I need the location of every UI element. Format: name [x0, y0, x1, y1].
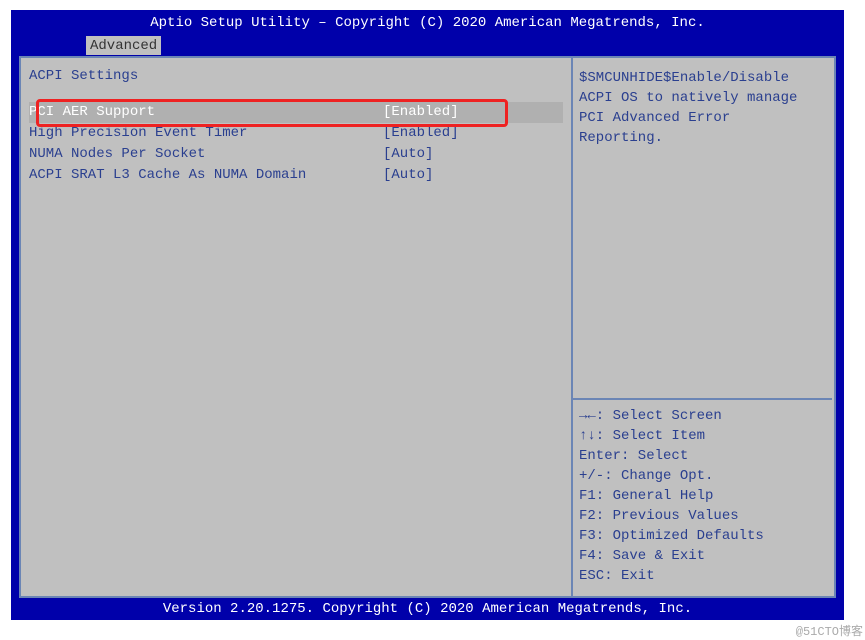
option-numa-nodes-per-socket[interactable]: NUMA Nodes Per Socket [Auto]: [29, 144, 563, 165]
help-key-line: F2: Previous Values: [579, 506, 826, 526]
help-line: Reporting.: [579, 128, 826, 148]
settings-panel: ACPI Settings PCI AER Support [Enabled] …: [21, 58, 573, 596]
watermark: @51CTO博客: [796, 622, 863, 639]
tab-bar: Advanced: [11, 36, 844, 56]
help-key-line: ↑↓: Select Item: [579, 426, 826, 446]
option-label: ACPI SRAT L3 Cache As NUMA Domain: [29, 165, 383, 186]
option-value: [Enabled]: [383, 123, 553, 144]
option-acpi-srat-l3-cache[interactable]: ACPI SRAT L3 Cache As NUMA Domain [Auto]: [29, 165, 563, 186]
help-key-line: +/-: Change Opt.: [579, 466, 826, 486]
help-panel: $SMCUNHIDE$Enable/Disable ACPI OS to nat…: [573, 58, 832, 596]
header-bar: Aptio Setup Utility – Copyright (C) 2020…: [11, 10, 844, 36]
help-divider: [573, 398, 832, 400]
option-label: NUMA Nodes Per Socket: [29, 144, 383, 165]
help-line: $SMCUNHIDE$Enable/Disable: [579, 68, 826, 88]
header-title: Aptio Setup Utility – Copyright (C) 2020…: [150, 15, 705, 31]
help-description: $SMCUNHIDE$Enable/Disable ACPI OS to nat…: [579, 68, 826, 148]
option-value: [Auto]: [383, 144, 553, 165]
footer-bar: Version 2.20.1275. Copyright (C) 2020 Am…: [11, 598, 844, 620]
help-key-line: F4: Save & Exit: [579, 546, 826, 566]
help-key-line: Enter: Select: [579, 446, 826, 466]
help-key-line: ESC: Exit: [579, 566, 826, 586]
tab-label: Advanced: [90, 38, 157, 54]
help-line: ACPI OS to natively manage: [579, 88, 826, 108]
help-key-line: F3: Optimized Defaults: [579, 526, 826, 546]
main-frame: ACPI Settings PCI AER Support [Enabled] …: [19, 56, 836, 598]
footer-text: Version 2.20.1275. Copyright (C) 2020 Am…: [163, 601, 692, 617]
bios-window: Aptio Setup Utility – Copyright (C) 2020…: [11, 10, 844, 620]
option-high-precision-event-timer[interactable]: High Precision Event Timer [Enabled]: [29, 123, 563, 144]
option-label: High Precision Event Timer: [29, 123, 383, 144]
option-pci-aer-support[interactable]: PCI AER Support [Enabled]: [29, 102, 563, 123]
option-value: [Auto]: [383, 165, 553, 186]
help-key-line: →←: Select Screen: [579, 406, 826, 426]
help-keys: →←: Select Screen ↑↓: Select Item Enter:…: [579, 392, 826, 586]
tab-advanced[interactable]: Advanced: [86, 36, 161, 55]
option-value: [Enabled]: [383, 102, 553, 123]
section-title: ACPI Settings: [29, 68, 563, 84]
help-line: PCI Advanced Error: [579, 108, 826, 128]
option-label: PCI AER Support: [29, 102, 383, 123]
help-key-line: F1: General Help: [579, 486, 826, 506]
